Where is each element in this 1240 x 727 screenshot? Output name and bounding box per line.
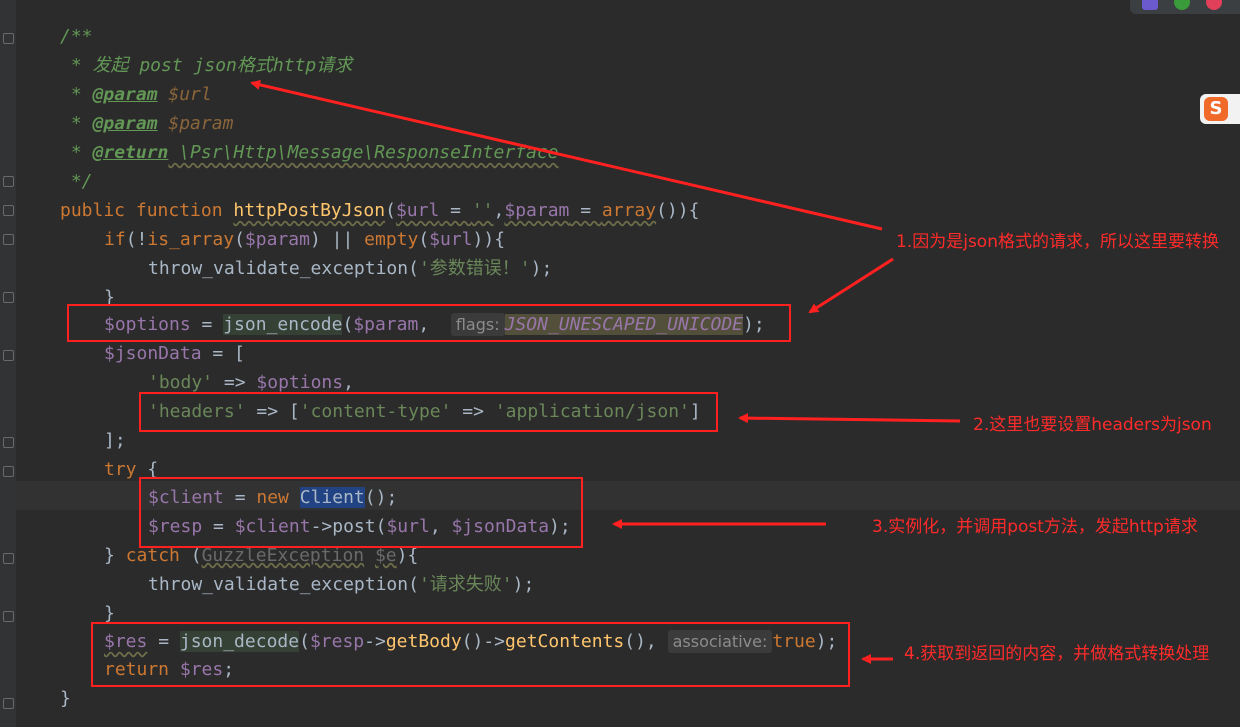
annotation-note-3: 3.实例化，并调用post方法，发起http请求 — [872, 517, 1198, 537]
annotation-note-2: 2.这里也要设置headers为json — [973, 415, 1212, 435]
arrow-1-up — [250, 79, 883, 231]
arrow-2 — [738, 413, 961, 424]
annotation-note-1: 1.因为是json格式的请求，所以这里要转换 — [896, 232, 1219, 252]
annotation-note-4: 4.获取到返回的内容，并做格式转换处理 — [904, 644, 1210, 664]
annotation-arrows — [250, 79, 961, 664]
arrow-1-down — [808, 257, 894, 314]
